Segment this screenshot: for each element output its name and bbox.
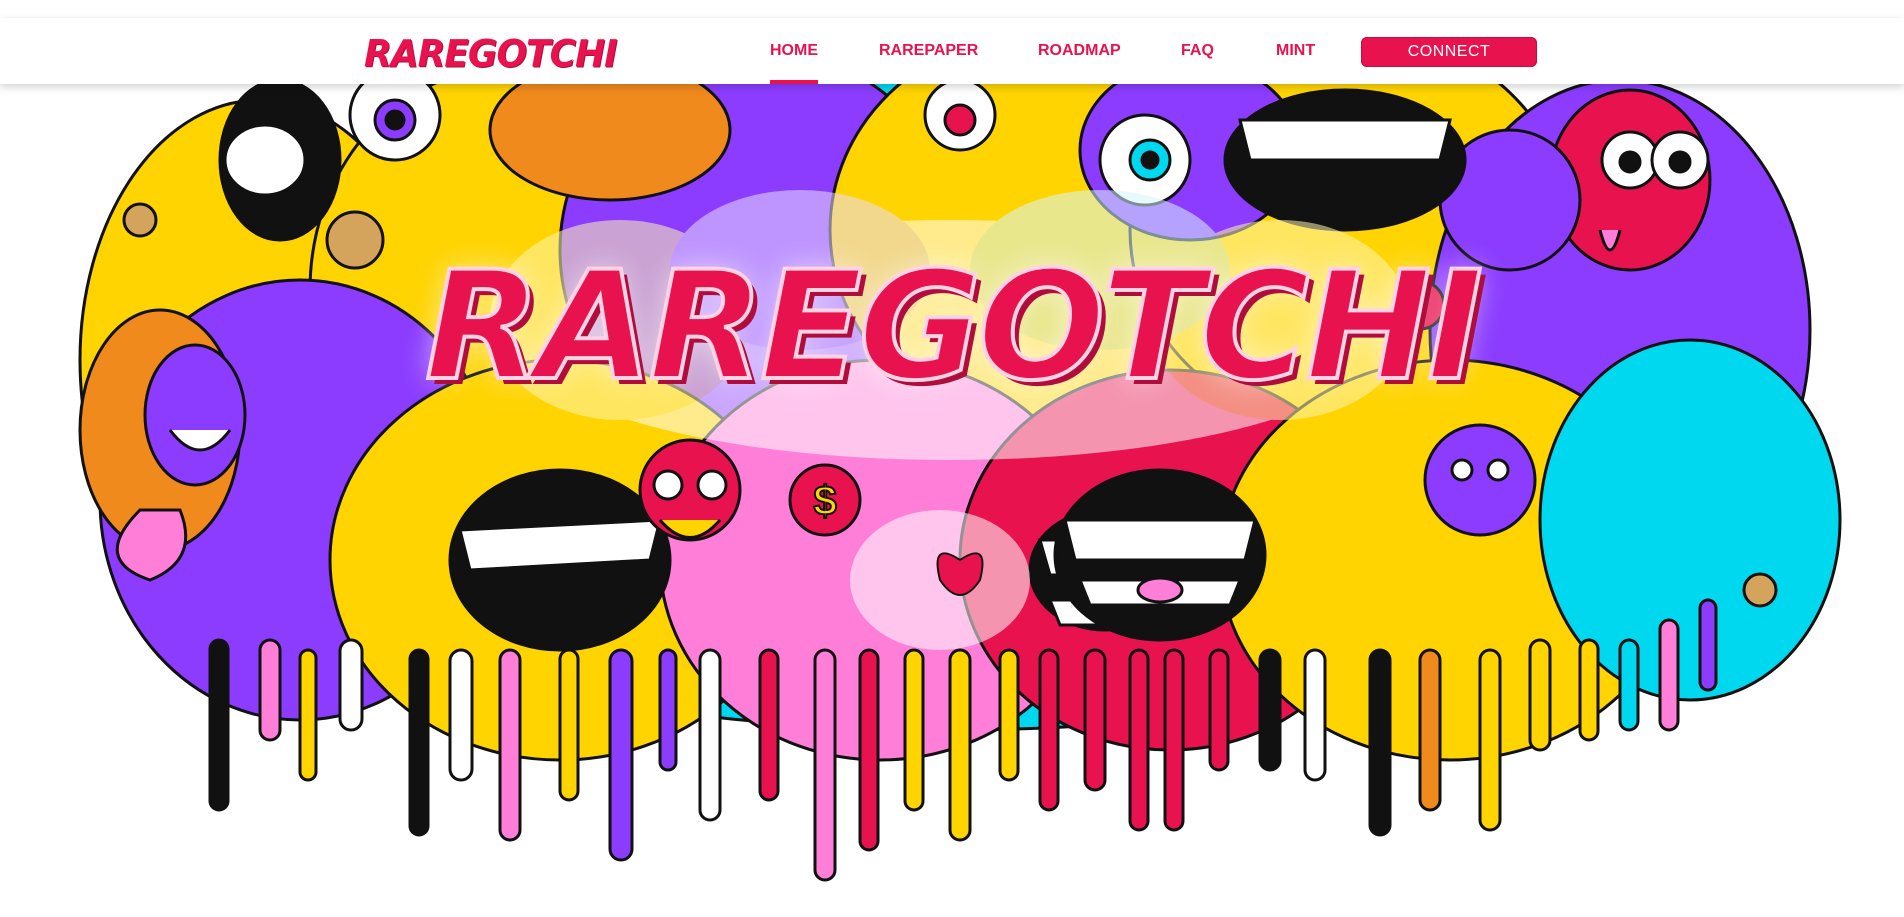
connect-button[interactable]: CONNECT (1361, 37, 1537, 67)
nav-item-mint[interactable]: MINT (1276, 18, 1315, 84)
hero-artwork: $ (78, 28, 1842, 882)
logo-text: RAREGOTCHI (364, 32, 618, 76)
hero-top-strip (0, 0, 1904, 18)
nav-item-rarepaper[interactable]: RAREPAPER (879, 18, 978, 84)
nav-item-faq[interactable]: FAQ (1181, 18, 1214, 84)
logo[interactable]: RAREGOTCHI (364, 32, 618, 76)
top-navbar: RAREGOTCHI HOME RAREPAPER ROADMAP FAQ MI… (0, 18, 1904, 84)
nav-item-roadmap[interactable]: ROADMAP (1038, 18, 1121, 84)
hero-title: RAREGOTCHI (423, 238, 1485, 416)
svg-text:$: $ (813, 477, 836, 524)
nav-item-home[interactable]: HOME (770, 18, 818, 84)
